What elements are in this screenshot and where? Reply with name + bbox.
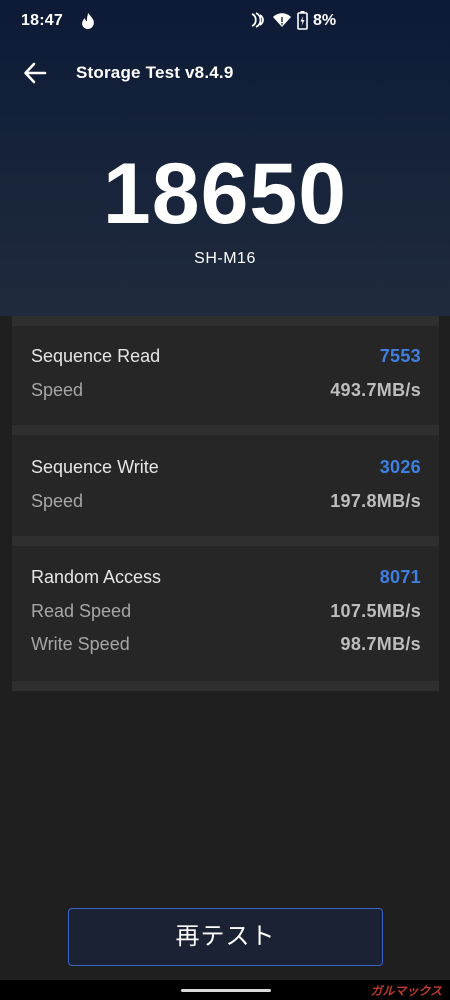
nfc-icon xyxy=(251,12,264,28)
result-score: 8071 xyxy=(379,567,421,587)
result-label: Speed xyxy=(31,380,84,400)
result-row: Random Access 8071 xyxy=(31,567,421,593)
battery-percent: 8% xyxy=(313,12,337,29)
flame-drop-icon xyxy=(82,13,94,29)
app-bar: Storage Test v8.4.9 xyxy=(0,48,450,98)
result-row: Speed 493.7MB/s xyxy=(31,380,421,406)
result-value: 493.7MB/s xyxy=(330,380,421,400)
card-divider xyxy=(12,425,439,435)
result-row: Speed 197.8MB/s xyxy=(31,491,421,517)
result-title: Random Access xyxy=(31,567,162,587)
device-name: SH-M16 xyxy=(194,250,256,267)
score-header: 18:47 8% Storage Test v8.4.9 18650 SH-M1… xyxy=(0,0,450,316)
result-score: 3026 xyxy=(379,457,421,477)
total-score: 18650 xyxy=(102,146,348,242)
result-title: Sequence Write xyxy=(31,457,159,477)
status-time: 18:47 xyxy=(21,12,63,29)
result-row: Write Speed 98.7MB/s xyxy=(31,634,421,660)
gesture-handle[interactable] xyxy=(181,989,271,992)
card-divider xyxy=(12,681,439,691)
result-label: Read Speed xyxy=(31,601,132,621)
card-divider xyxy=(12,536,439,546)
watermark: ガルマックス xyxy=(370,984,442,998)
result-row: Sequence Write 3026 xyxy=(31,457,421,483)
result-label: Write Speed xyxy=(31,634,130,654)
status-bar: 18:47 8% xyxy=(0,0,450,42)
sequence-read-card xyxy=(12,326,439,425)
result-value: 107.5MB/s xyxy=(330,601,421,621)
result-score: 7553 xyxy=(379,346,421,366)
retest-button[interactable]: 再テスト xyxy=(68,908,383,966)
card-divider xyxy=(12,316,439,326)
result-title: Sequence Read xyxy=(31,346,161,366)
result-value: 197.8MB/s xyxy=(330,491,421,511)
wifi-icon xyxy=(273,13,291,27)
result-value: 98.7MB/s xyxy=(340,634,421,654)
storage-test-screen: 18:47 8% Storage Test v8.4.9 18650 SH-M1… xyxy=(0,0,450,1000)
battery-icon xyxy=(297,11,308,30)
result-row: Sequence Read 7553 xyxy=(31,346,421,372)
app-title: Storage Test v8.4.9 xyxy=(76,63,234,82)
result-label: Speed xyxy=(31,491,84,511)
result-row: Read Speed 107.5MB/s xyxy=(31,601,421,627)
sequence-write-card xyxy=(12,435,439,536)
arrow-left-icon[interactable] xyxy=(22,60,48,86)
